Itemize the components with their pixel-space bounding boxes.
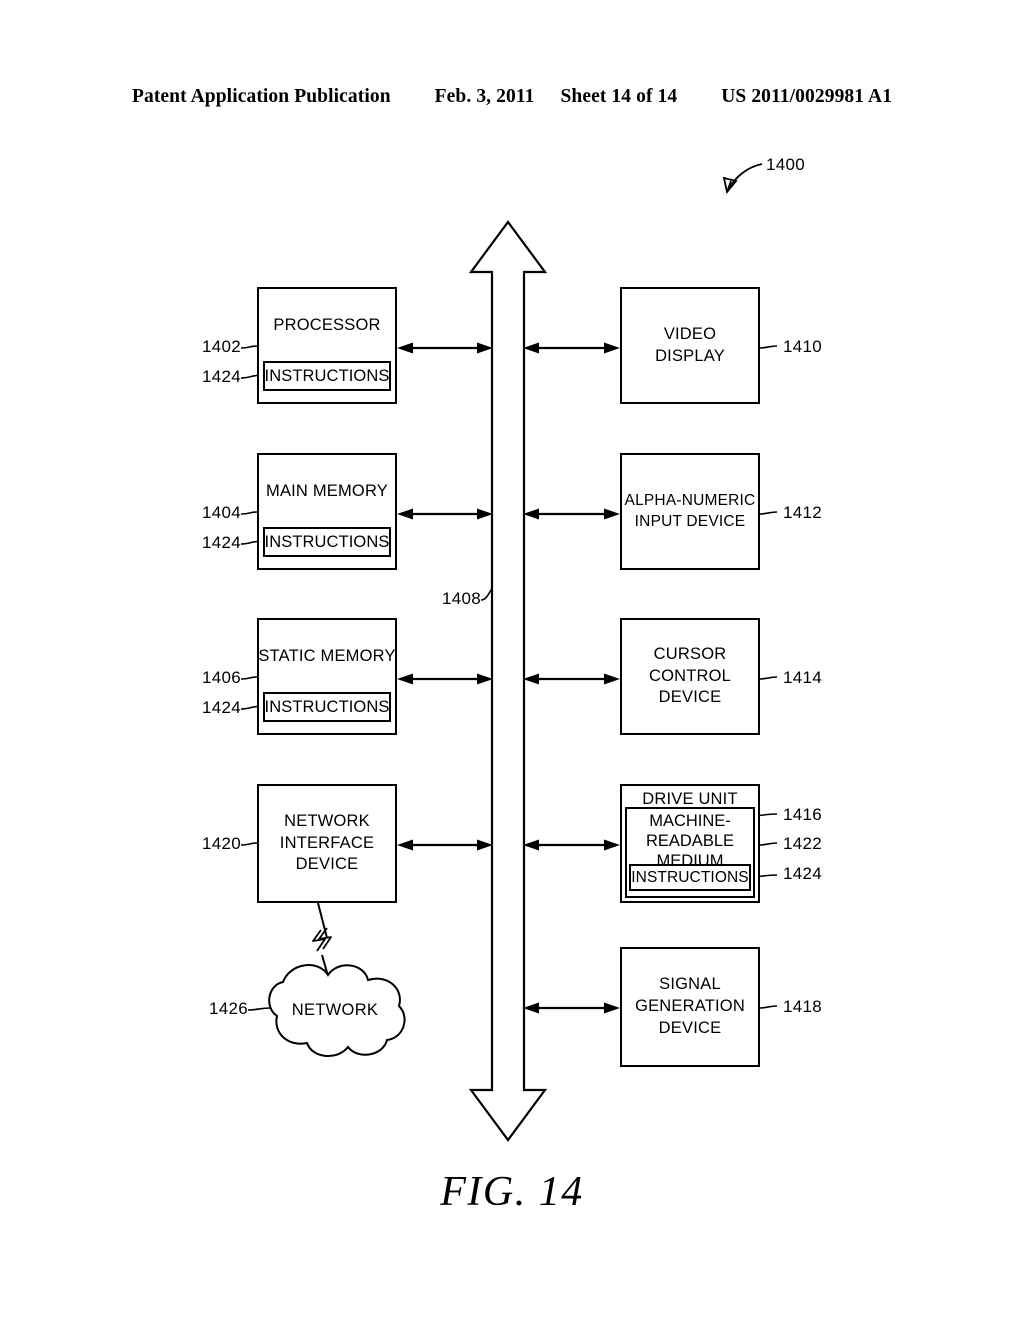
figure-caption: FIG. 14	[440, 1169, 584, 1215]
block-video-display: VIDEO DISPLAY	[620, 287, 760, 404]
leader-1408	[480, 588, 493, 601]
leader-1406	[240, 676, 258, 680]
system-reference-leader	[722, 163, 763, 195]
network-cloud-label: NETWORK	[291, 1000, 379, 1019]
ref-1422: 1422	[783, 834, 823, 853]
ref-1414: 1414	[783, 668, 823, 687]
machine-readable-medium-line-2: READABLE	[645, 832, 735, 851]
ref-1418: 1418	[783, 997, 823, 1016]
alpha-numeric-input-line-1: ALPHA-NUMERIC	[624, 492, 756, 510]
leader-1414	[759, 676, 778, 680]
ref-1408: 1408	[441, 589, 481, 608]
figure-14-diagram: PROCESSOR INSTRUCTIONS MAIN MEMORY INSTR…	[0, 0, 1024, 1320]
video-display-line-1: VIDEO	[663, 324, 717, 343]
leader-1402	[240, 345, 258, 349]
block-alpha-numeric-input-device: ALPHA-NUMERIC INPUT DEVICE	[620, 453, 760, 570]
signal-generation-line-1: SIGNAL	[659, 975, 721, 994]
ref-1400: 1400	[766, 155, 806, 174]
block-cursor-control-device: CURSOR CONTROL DEVICE	[620, 618, 760, 735]
network-interface-line-3: DEVICE	[295, 855, 359, 874]
leader-1418	[759, 1005, 778, 1009]
main-memory-title: MAIN MEMORY	[266, 482, 388, 500]
network-interface-line-1: NETWORK	[284, 811, 370, 830]
leader-1410	[759, 345, 778, 349]
static-memory-instructions-box: INSTRUCTIONS	[263, 692, 391, 722]
drive-unit-instructions-label: INSTRUCTIONS	[631, 868, 749, 886]
leader-1404	[240, 511, 258, 515]
ref-1420: 1420	[201, 834, 241, 853]
network-interface-line-2: INTERFACE	[279, 833, 375, 852]
ref-1416: 1416	[783, 805, 823, 824]
network-cloud-label-wrap: NETWORK	[271, 996, 399, 1024]
drive-unit-instructions-box: INSTRUCTIONS	[629, 864, 751, 891]
connector-main-memory-bus	[397, 508, 493, 520]
block-network-interface-device: NETWORK INTERFACE DEVICE	[257, 784, 397, 903]
leader-1420	[240, 842, 258, 846]
ref-1404: 1404	[201, 503, 241, 522]
signal-generation-line-3: DEVICE	[658, 1018, 722, 1037]
ref-1424-static-memory: 1424	[201, 698, 241, 717]
ref-1410: 1410	[783, 337, 823, 356]
main-memory-instructions-box: INSTRUCTIONS	[263, 527, 391, 557]
static-memory-title: STATIC MEMORY	[258, 647, 396, 665]
connector-bus-video-display	[523, 342, 620, 354]
block-signal-generation-device: SIGNAL GENERATION DEVICE	[620, 947, 760, 1067]
diagram-linework	[240, 163, 778, 1142]
leader-1412	[759, 511, 778, 515]
main-memory-instructions-label: INSTRUCTIONS	[264, 532, 390, 551]
connector-processor-bus	[397, 342, 493, 354]
processor-instructions-box: INSTRUCTIONS	[263, 361, 391, 391]
video-display-line-2: DISPLAY	[655, 346, 725, 365]
connector-bus-signal-generation	[523, 1002, 620, 1014]
ref-1406: 1406	[201, 668, 241, 687]
cursor-control-line-1: CURSOR	[653, 644, 727, 663]
connector-bus-drive-unit	[523, 839, 620, 851]
processor-instructions-label: INSTRUCTIONS	[264, 366, 390, 385]
cursor-control-line-3: DEVICE	[658, 688, 722, 707]
ref-1424-processor: 1424	[201, 367, 241, 386]
alpha-numeric-input-line-2: INPUT DEVICE	[634, 512, 746, 530]
cursor-control-line-2: CONTROL	[648, 666, 732, 685]
connector-bus-alpha-numeric-input	[523, 508, 620, 520]
processor-title: PROCESSOR	[273, 316, 381, 334]
ref-1412: 1412	[783, 503, 823, 522]
connector-bus-cursor-control	[523, 673, 620, 685]
ref-1424-drive-unit: 1424	[783, 864, 823, 883]
ref-1402: 1402	[201, 337, 241, 356]
static-memory-instructions-label: INSTRUCTIONS	[264, 697, 390, 716]
connector-network-interface-bus	[397, 839, 493, 851]
machine-readable-medium-line-1: MACHINE-	[649, 812, 731, 830]
leader-1426	[247, 1007, 272, 1011]
connector-static-memory-bus	[397, 673, 493, 685]
signal-generation-line-2: GENERATION	[635, 997, 745, 1016]
ref-1424-main-memory: 1424	[201, 533, 241, 552]
leader-1422	[759, 842, 778, 846]
ref-1426: 1426	[208, 999, 248, 1018]
